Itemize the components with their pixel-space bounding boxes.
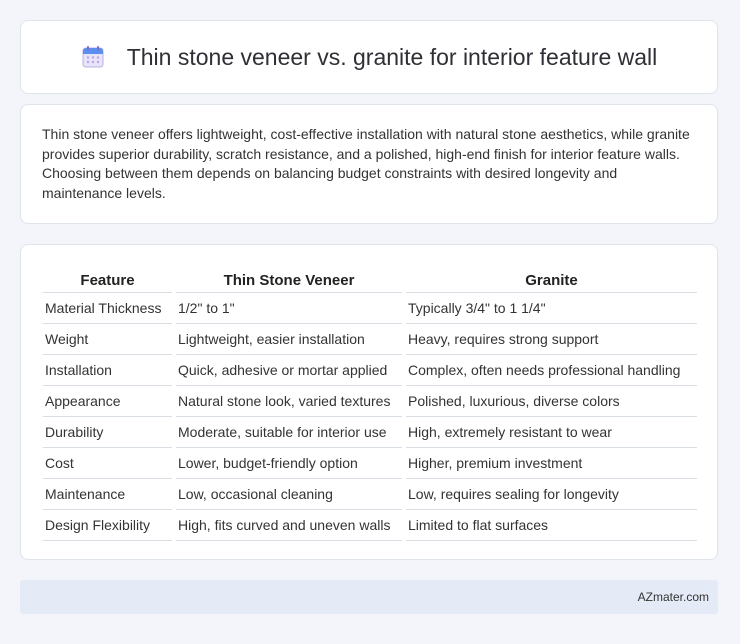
feature-cell: Installation	[43, 355, 172, 386]
header-card: Thin stone veneer vs. granite for interi…	[20, 20, 718, 94]
feature-cell: Material Thickness	[43, 293, 172, 324]
feature-cell: Weight	[43, 324, 172, 355]
comparison-table: Feature Thin Stone Veneer Granite Materi…	[39, 265, 701, 541]
veneer-cell: Natural stone look, varied textures	[176, 386, 402, 417]
table-row: Maintenance Low, occasional cleaning Low…	[43, 479, 697, 510]
veneer-cell: 1/2" to 1"	[176, 293, 402, 324]
granite-cell: Higher, premium investment	[406, 448, 697, 479]
table-row: Weight Lightweight, easier installation …	[43, 324, 697, 355]
veneer-cell: Moderate, suitable for interior use	[176, 417, 402, 448]
table-row: Installation Quick, adhesive or mortar a…	[43, 355, 697, 386]
page-title: Thin stone veneer vs. granite for interi…	[126, 43, 658, 70]
feature-cell: Appearance	[43, 386, 172, 417]
table-header-row: Feature Thin Stone Veneer Granite	[43, 265, 697, 293]
column-header-thin-stone-veneer: Thin Stone Veneer	[176, 265, 402, 293]
column-header-feature: Feature	[43, 265, 172, 293]
granite-cell: Heavy, requires strong support	[406, 324, 697, 355]
table-card: Feature Thin Stone Veneer Granite Materi…	[20, 244, 718, 560]
veneer-cell: Low, occasional cleaning	[176, 479, 402, 510]
veneer-cell: High, fits curved and uneven walls	[176, 510, 402, 541]
footer-bar: AZmater.com	[20, 580, 718, 614]
granite-cell: Complex, often needs professional handli…	[406, 355, 697, 386]
granite-cell: High, extremely resistant to wear	[406, 417, 697, 448]
feature-cell: Cost	[43, 448, 172, 479]
feature-cell: Design Flexibility	[43, 510, 172, 541]
intro-card: Thin stone veneer offers lightweight, co…	[20, 104, 718, 224]
table-row: Appearance Natural stone look, varied te…	[43, 386, 697, 417]
feature-cell: Maintenance	[43, 479, 172, 510]
feature-cell: Durability	[43, 417, 172, 448]
veneer-cell: Lightweight, easier installation	[176, 324, 402, 355]
table-row: Design Flexibility High, fits curved and…	[43, 510, 697, 541]
title-wrap: Thin stone veneer vs. granite for interi…	[81, 43, 658, 71]
calendar-icon	[81, 45, 105, 69]
granite-cell: Polished, luxurious, diverse colors	[406, 386, 697, 417]
granite-cell: Limited to flat surfaces	[406, 510, 697, 541]
table-row: Material Thickness 1/2" to 1" Typically …	[43, 293, 697, 324]
table-row: Durability Moderate, suitable for interi…	[43, 417, 697, 448]
granite-cell: Low, requires sealing for longevity	[406, 479, 697, 510]
footer-site-link[interactable]: AZmater.com	[638, 590, 709, 604]
table-row: Cost Lower, budget-friendly option Highe…	[43, 448, 697, 479]
column-header-granite: Granite	[406, 265, 697, 293]
granite-cell: Typically 3/4" to 1 1/4"	[406, 293, 697, 324]
veneer-cell: Lower, budget-friendly option	[176, 448, 402, 479]
intro-text: Thin stone veneer offers lightweight, co…	[42, 126, 690, 201]
veneer-cell: Quick, adhesive or mortar applied	[176, 355, 402, 386]
